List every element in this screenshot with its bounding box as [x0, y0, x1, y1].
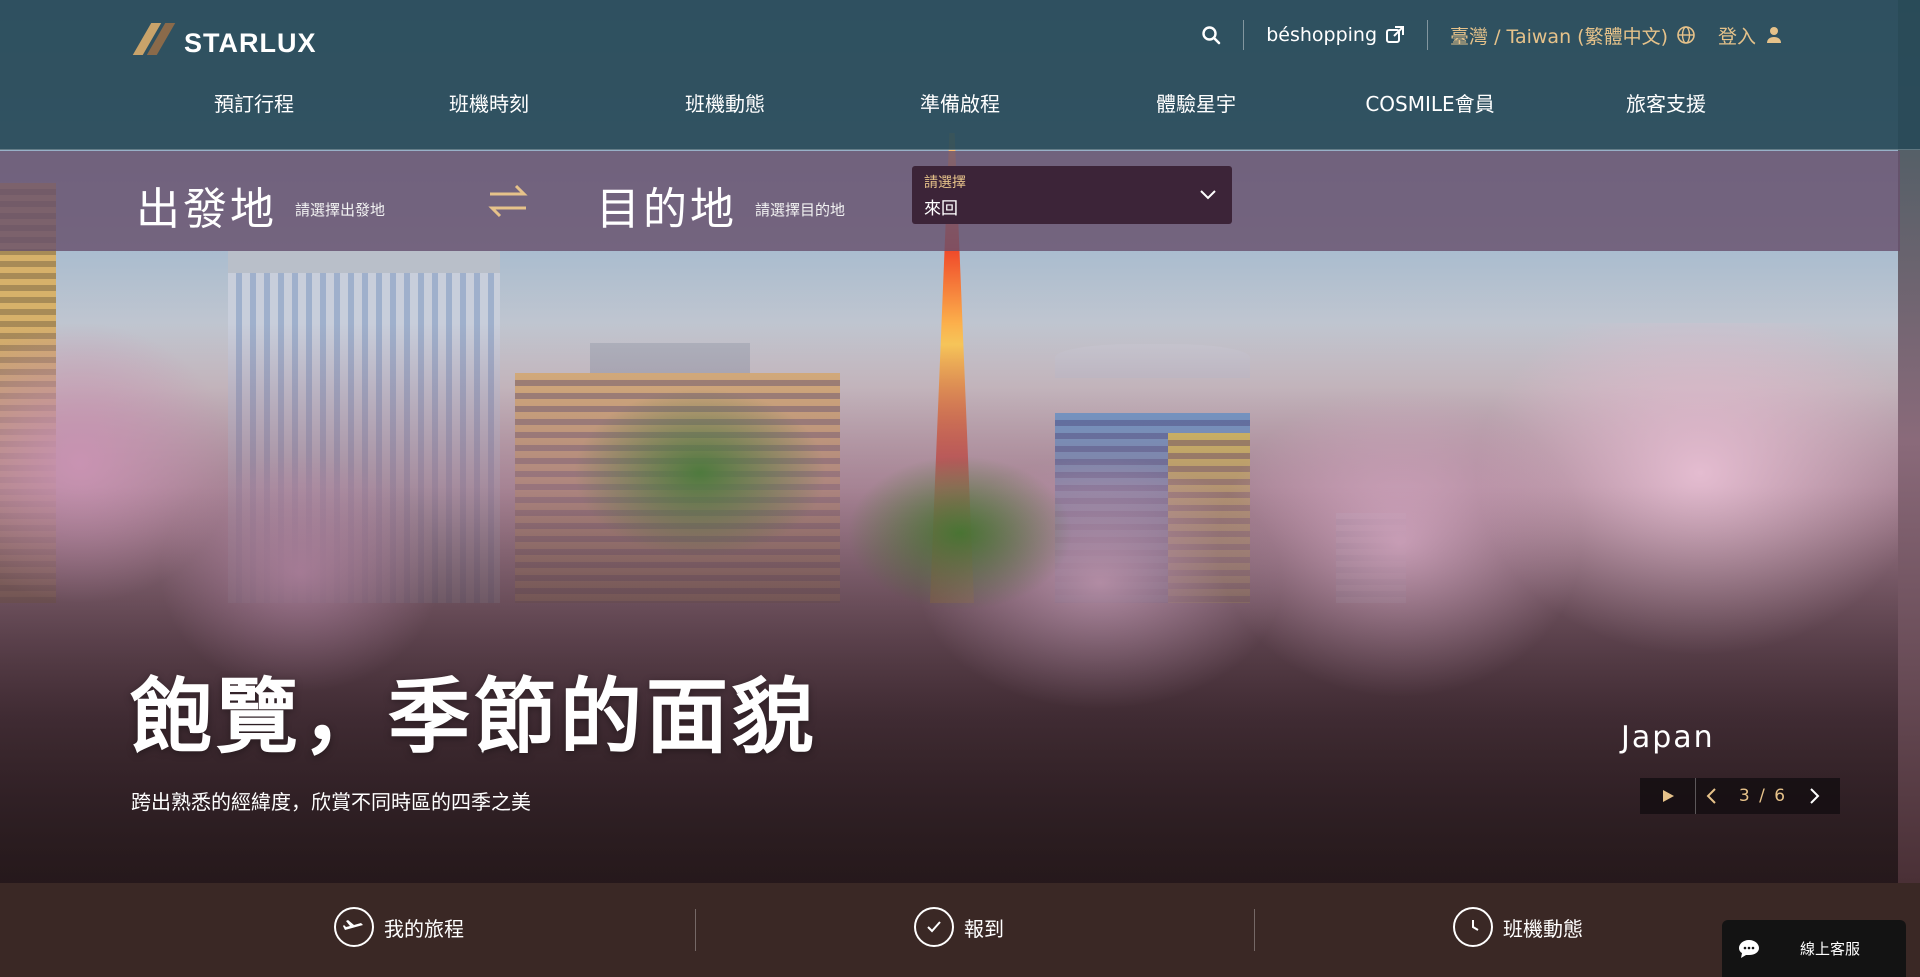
prev-slide-button[interactable] — [1696, 778, 1728, 814]
next-slide-button[interactable] — [1798, 778, 1830, 814]
divider — [695, 909, 696, 951]
trip-type-label: 請選擇 — [924, 175, 966, 191]
hero-title: 飽覽，季節的面貌 — [130, 670, 819, 765]
nav-prepare[interactable]: 準備啟程 — [920, 88, 1000, 117]
my-trip-label: 我的旅程 — [384, 916, 464, 941]
nav-experience[interactable]: 體驗星宇 — [1156, 88, 1236, 117]
utility-bar: béshopping 臺灣 / Taiwan (繁體中文) 登入 — [1201, 18, 1784, 52]
checkin-link[interactable]: 報到 — [914, 907, 1004, 947]
hero-location: Japan — [1621, 720, 1715, 755]
destination-hint: 請選擇目的地 — [755, 200, 846, 219]
starlux-logo-icon — [136, 19, 174, 57]
live-chat-button[interactable]: 線上客服 — [1722, 920, 1906, 977]
login-label: 登入 — [1717, 25, 1756, 48]
beshopping-link[interactable]: béshopping — [1266, 24, 1405, 46]
nav-cosmile[interactable]: COSMILE會員 — [1365, 88, 1494, 117]
user-icon — [1767, 27, 1781, 43]
plane-icon — [334, 907, 374, 947]
quick-links-bar: 我的旅程 報到 班機動態 — [0, 883, 1920, 977]
slide-counter: 3 / 6 — [1738, 786, 1788, 806]
nav-support[interactable]: 旅客支援 — [1626, 88, 1706, 117]
my-trip-link[interactable]: 我的旅程 — [334, 907, 464, 947]
clock-icon — [1453, 907, 1493, 947]
beshopping-label: béshopping — [1266, 24, 1378, 46]
checkmark-icon — [914, 907, 954, 947]
globe-icon — [1677, 26, 1695, 44]
divider — [1427, 20, 1429, 50]
chevron-down-icon — [1200, 190, 1216, 200]
origin-field[interactable]: 出發地 請選擇出發地 — [136, 173, 385, 237]
nav-flight-status[interactable]: 班機動態 — [685, 88, 765, 117]
checkin-label: 報到 — [964, 916, 1004, 941]
search-button[interactable] — [1201, 25, 1221, 45]
flight-status-link[interactable]: 班機動態 — [1453, 907, 1583, 947]
live-chat-label: 線上客服 — [1800, 940, 1861, 958]
brand-name: STARLUX — [184, 28, 317, 58]
flight-status-label: 班機動態 — [1503, 916, 1583, 941]
search-icon — [1202, 26, 1221, 45]
chevron-left-icon — [1706, 788, 1716, 804]
trip-type-select[interactable]: 請選擇 來回 — [912, 166, 1232, 224]
chat-bubble-icon — [1739, 939, 1759, 958]
chevron-right-icon — [1810, 788, 1820, 804]
divider — [1243, 20, 1245, 50]
divider — [1254, 909, 1255, 951]
language-selector[interactable]: 臺灣 / Taiwan (繁體中文) — [1450, 22, 1696, 49]
language-label: 臺灣 / Taiwan (繁體中文) — [1450, 25, 1668, 48]
top-navigation: STARLUX béshopping 臺灣 / Taiwan (繁體中文) 登入… — [0, 0, 1920, 150]
play-icon — [1662, 790, 1674, 802]
destination-field[interactable]: 目的地 請選擇目的地 — [596, 173, 845, 237]
swap-icon[interactable] — [486, 181, 530, 221]
hero-subtitle: 跨出熟悉的經緯度，欣賞不同時區的四季之美 — [131, 790, 531, 814]
play-button[interactable] — [1640, 778, 1696, 814]
trip-type-value: 來回 — [924, 199, 958, 219]
origin-hint: 請選擇出發地 — [295, 200, 386, 219]
destination-label: 目的地 — [596, 184, 737, 235]
login-button[interactable]: 登入 — [1718, 22, 1784, 49]
nav-timetable[interactable]: 班機時刻 — [449, 88, 529, 117]
carousel-controls: 3 / 6 — [1640, 778, 1840, 814]
origin-label: 出發地 — [136, 184, 277, 235]
flight-search-bar: 出發地 請選擇出發地 目的地 請選擇目的地 請選擇 來回 — [0, 151, 1900, 251]
starlux-logo[interactable]: STARLUX — [136, 16, 317, 59]
nav-booking[interactable]: 預訂行程 — [214, 88, 294, 117]
external-link-icon — [1386, 26, 1405, 43]
